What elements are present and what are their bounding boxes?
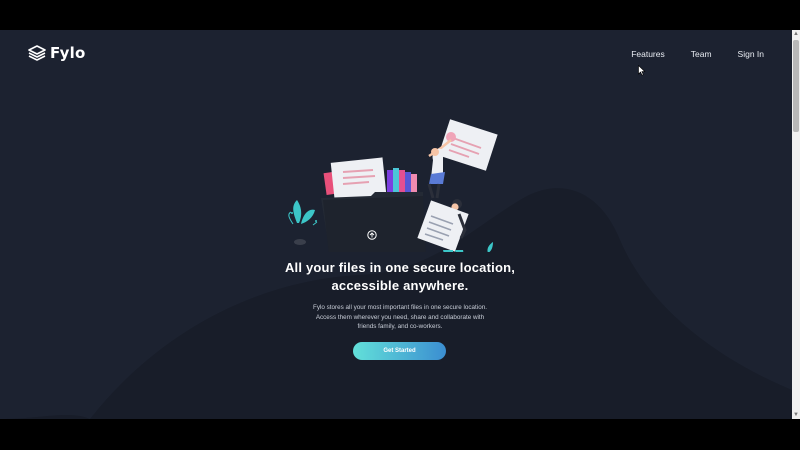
hero-headline-line1: All your files in one secure location, (284, 260, 516, 275)
nav-link-sign-in[interactable]: Sign In (738, 49, 764, 59)
top-navigation: Features Team Sign In (605, 49, 764, 59)
page-viewport: Fylo Features Team Sign In All your file… (0, 30, 792, 419)
hero-description-line1: Fylo stores all your most important file… (313, 304, 487, 311)
hero-description-line3: friends family, and co-workers. (357, 323, 443, 330)
mouse-cursor-icon (638, 65, 646, 76)
get-started-button[interactable]: Get Started (353, 342, 446, 360)
vertical-scrollbar[interactable]: ▲ ▼ (792, 30, 800, 419)
plant-illustration (288, 200, 318, 245)
hero-description: Fylo stores all your most important file… (295, 303, 505, 332)
brand-logo[interactable]: Fylo (28, 44, 85, 62)
hero-headline-line2: accessible anywhere. (331, 278, 469, 293)
scrollbar-thumb[interactable] (793, 40, 799, 132)
letterbox-bottom (0, 419, 800, 450)
scroll-up-arrow-icon[interactable]: ▲ (792, 30, 800, 38)
letterbox-top (0, 0, 800, 30)
person-top-illustration (427, 119, 498, 199)
file-folder-people-illustration (288, 119, 498, 252)
stacked-layers-icon (28, 45, 46, 61)
hero-description-line2: Access them wherever you need, share and… (315, 313, 485, 321)
hero-headline: All your files in one secure location, a… (230, 259, 570, 295)
nav-link-features[interactable]: Features (631, 49, 665, 59)
nav-link-team[interactable]: Team (691, 49, 712, 59)
brand-name: Fylo (50, 44, 86, 62)
scroll-down-arrow-icon[interactable]: ▼ (792, 411, 800, 419)
